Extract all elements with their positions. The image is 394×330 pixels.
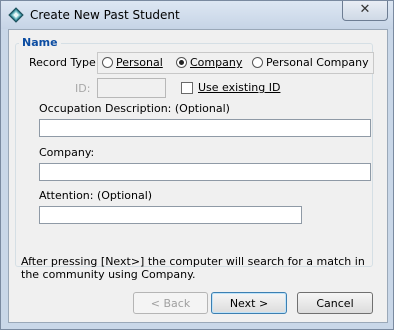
next-button[interactable]: Next > [211,292,287,314]
dialog-window: Create New Past Student ✕ Name Record Ty… [0,0,394,330]
back-button[interactable]: < Back [133,292,208,314]
radio-personal-company[interactable] [252,57,263,68]
use-existing-id-checkbox[interactable] [181,82,193,94]
occupation-input[interactable] [39,119,371,137]
record-type-options: Personal Company Personal Company [97,52,374,74]
window-title: Create New Past Student [30,8,180,22]
title-bar: Create New Past Student ✕ [1,1,393,29]
radio-personal-company-label[interactable]: Personal Company [266,56,369,69]
radio-company-label[interactable]: Company [190,56,242,69]
company-input[interactable] [39,163,371,181]
use-existing-id-label[interactable]: Use existing ID [198,81,280,94]
id-input[interactable] [97,78,166,98]
attention-input[interactable] [39,206,302,224]
dialog-body: Name Record Type: Personal Company Perso… [8,29,388,323]
search-note: After pressing [Next>] the computer will… [21,255,365,281]
radio-company[interactable] [176,57,187,68]
occupation-label: Occupation Description: (Optional) [39,102,230,115]
app-diamond-icon [8,7,24,23]
record-type-label: Record Type: [29,56,100,69]
company-label: Company: [39,146,95,159]
radio-personal-label[interactable]: Personal [116,56,163,69]
attention-label: Attention: (Optional) [39,189,153,202]
id-label: ID: [75,82,91,95]
cancel-button[interactable]: Cancel [297,292,373,314]
radio-personal[interactable] [102,57,113,68]
close-icon: ✕ [359,2,371,17]
group-legend: Name [19,36,61,49]
close-button[interactable]: ✕ [342,1,388,21]
